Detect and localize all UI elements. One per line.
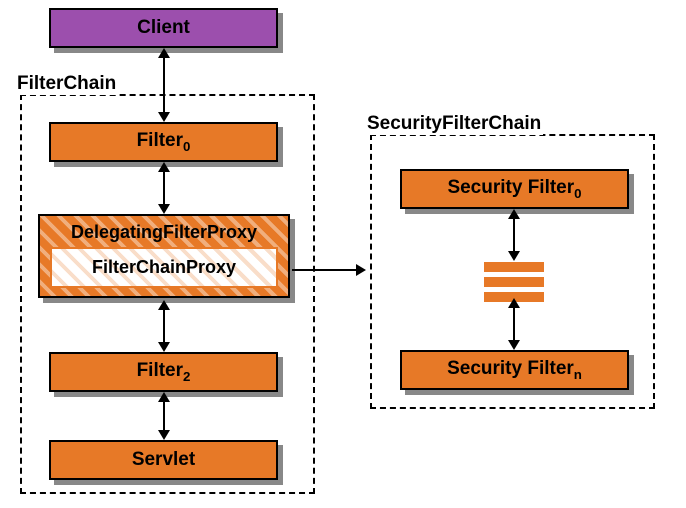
arrow-filter2-servlet xyxy=(163,394,165,438)
filter0-box: Filter0 xyxy=(49,122,278,162)
arrow-sf0-stack xyxy=(513,211,515,259)
client-label: Client xyxy=(137,17,190,39)
sfn-label: Security Filtern xyxy=(447,358,582,382)
dfp-label: DelegatingFilterProxy xyxy=(40,216,288,247)
arrow-client-filter0 xyxy=(163,50,165,120)
arrow-stack-sfn xyxy=(513,300,515,348)
arrow-filter0-dfp xyxy=(163,164,165,212)
filter-chain-proxy-box: FilterChainProxy xyxy=(50,247,278,288)
filter2-label: Filter2 xyxy=(137,360,191,384)
servlet-label: Servlet xyxy=(132,449,195,471)
filterchain-label: FilterChain xyxy=(15,73,118,95)
security-filter-0-box: Security Filter0 xyxy=(400,169,629,209)
security-filter-n-box: Security Filtern xyxy=(400,350,629,390)
filter0-label: Filter0 xyxy=(137,130,191,154)
client-box: Client xyxy=(49,8,278,48)
arrow-dfp-filter2 xyxy=(163,302,165,350)
security-filterchain-label: SecurityFilterChain xyxy=(365,113,543,135)
servlet-box: Servlet xyxy=(49,440,278,480)
sf0-label: Security Filter0 xyxy=(447,177,581,201)
filter2-box: Filter2 xyxy=(49,352,278,392)
arrow-fcp-security xyxy=(292,269,364,271)
delegating-filter-proxy-box: DelegatingFilterProxy FilterChainProxy xyxy=(38,214,290,298)
fcp-label: FilterChainProxy xyxy=(92,257,236,277)
